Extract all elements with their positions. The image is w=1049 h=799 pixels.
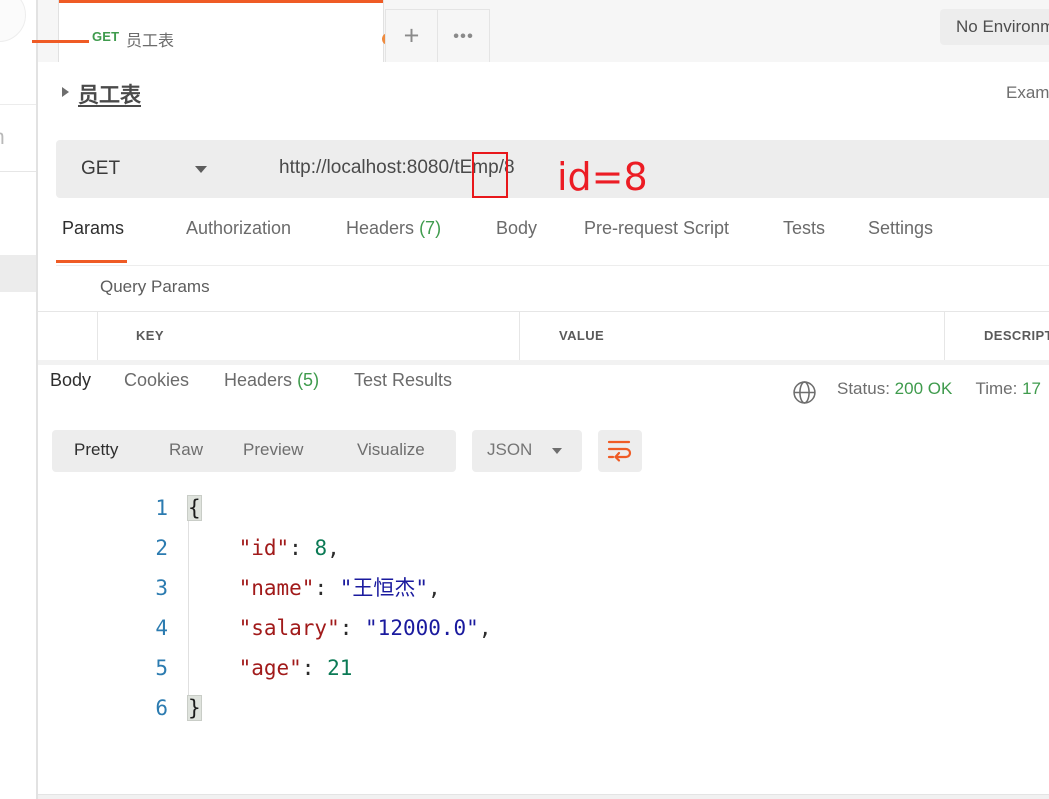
response-language-label: JSON bbox=[487, 440, 533, 459]
tab-params[interactable]: Params bbox=[62, 218, 124, 253]
method-selected-label: GET bbox=[81, 158, 121, 179]
status-value: 200 OK bbox=[894, 379, 953, 398]
tab-method-label: GET bbox=[92, 29, 120, 44]
tab-pre-request-script[interactable]: Pre-request Script bbox=[584, 218, 729, 253]
code-line: 6} bbox=[38, 688, 1049, 728]
rail-divider-top bbox=[0, 104, 36, 105]
ellipsis-icon: ••• bbox=[453, 26, 474, 46]
active-request-tab-underline bbox=[56, 260, 127, 263]
tab-title-label: 员工表 bbox=[126, 33, 175, 50]
code-text: } bbox=[187, 695, 202, 721]
column-header-value: VALUE bbox=[559, 328, 605, 343]
tab-tests[interactable]: Tests bbox=[783, 218, 825, 253]
line-number: 6 bbox=[155, 696, 168, 720]
code-line: 5 "age": 21 bbox=[38, 648, 1049, 688]
format-preview-button[interactable]: Preview bbox=[243, 440, 303, 460]
code-line: 2 "id": 8, bbox=[38, 528, 1049, 568]
query-params-heading: Query Params bbox=[100, 277, 210, 296]
annotation-highlight-box bbox=[472, 152, 508, 198]
column-header-key: KEY bbox=[136, 328, 164, 343]
active-response-tab-underline bbox=[32, 40, 89, 43]
code-text: "name": "王恒杰", bbox=[238, 576, 441, 600]
time-label: Time: bbox=[975, 379, 1018, 398]
breadcrumb-row: 员工表 Examples bbox=[38, 62, 1049, 124]
response-pane-separator bbox=[38, 360, 1049, 365]
response-body-json[interactable]: 1{2 "id": 8, 3 "name": "王恒杰", 4 "salary": … bbox=[38, 488, 1049, 758]
response-tab-headers[interactable]: Headers (5) bbox=[224, 370, 319, 391]
word-wrap-icon bbox=[607, 440, 632, 462]
method-dropdown[interactable]: GET bbox=[56, 140, 223, 198]
line-number: 1 bbox=[155, 496, 168, 520]
avatar-circle-fragment bbox=[0, 0, 26, 42]
headers-count: (7) bbox=[419, 218, 442, 238]
environment-label: No Environment bbox=[956, 17, 1049, 36]
chevron-right-icon[interactable] bbox=[62, 87, 69, 97]
rail-text-fragment: n bbox=[0, 126, 5, 150]
code-line: 4 "salary": "12000.0", bbox=[38, 608, 1049, 648]
code-text: "salary": "12000.0", bbox=[238, 616, 492, 640]
examples-link[interactable]: Examples bbox=[1006, 83, 1049, 103]
tab-options-button[interactable]: ••• bbox=[438, 9, 490, 62]
time-value: 17 bbox=[1022, 379, 1041, 398]
response-headers-count: (5) bbox=[297, 370, 320, 390]
plus-icon: + bbox=[403, 20, 420, 51]
tab-bar: GET 员工表 + ••• No Environment bbox=[38, 0, 1049, 63]
code-line: 3 "name": "王恒杰", bbox=[38, 568, 1049, 608]
tab-headers[interactable]: Headers (7) bbox=[346, 218, 441, 253]
query-params-table-header: KEY VALUE DESCRIPTION bbox=[38, 311, 1049, 361]
chevron-down-icon bbox=[195, 166, 207, 173]
status-label: Status: bbox=[837, 379, 890, 398]
response-tab-test-results[interactable]: Test Results bbox=[354, 370, 452, 391]
column-header-description: DESCRIPTION bbox=[984, 328, 1049, 343]
code-line: 1{ bbox=[38, 488, 1049, 528]
request-tabs-divider bbox=[56, 265, 1049, 266]
footer-bar bbox=[38, 794, 1049, 799]
tab-body[interactable]: Body bbox=[496, 218, 537, 253]
breadcrumb-request-name[interactable]: 员工表 bbox=[78, 79, 141, 109]
code-text: "age": 21 bbox=[238, 656, 353, 680]
line-number: 4 bbox=[155, 616, 168, 640]
format-pretty-button[interactable]: Pretty bbox=[74, 440, 118, 460]
response-tab-body[interactable]: Body bbox=[50, 370, 91, 391]
table-divider-2 bbox=[519, 312, 520, 361]
tab-settings[interactable]: Settings bbox=[868, 218, 933, 253]
response-format-group: Pretty Raw Preview Visualize bbox=[52, 430, 456, 472]
request-tab-active[interactable]: GET 员工表 bbox=[58, 0, 394, 62]
chevron-down-icon bbox=[552, 448, 562, 454]
environment-selector[interactable]: No Environment bbox=[940, 9, 1049, 45]
response-status-bar: Status: 200 OK Time: 17 bbox=[837, 379, 1041, 399]
url-bar: GET http://localhost:8080/tEmp/8 bbox=[56, 140, 1049, 198]
response-tab-cookies[interactable]: Cookies bbox=[124, 370, 189, 391]
tab-authorization[interactable]: Authorization bbox=[186, 218, 291, 253]
code-text: { bbox=[187, 495, 202, 521]
rail-selected-block[interactable] bbox=[0, 255, 36, 292]
globe-icon[interactable] bbox=[792, 380, 817, 405]
format-visualize-button[interactable]: Visualize bbox=[357, 440, 425, 460]
annotation-text: id=8 bbox=[557, 155, 648, 199]
table-divider-1 bbox=[97, 312, 98, 361]
line-number: 2 bbox=[155, 536, 168, 560]
table-divider-3 bbox=[944, 312, 945, 361]
code-text: "id": 8, bbox=[238, 536, 340, 560]
rail-divider-bottom bbox=[0, 171, 36, 172]
line-number: 5 bbox=[155, 656, 168, 680]
line-number: 3 bbox=[155, 576, 168, 600]
format-raw-button[interactable]: Raw bbox=[169, 440, 203, 460]
word-wrap-button[interactable] bbox=[598, 430, 642, 472]
new-tab-button[interactable]: + bbox=[385, 9, 438, 62]
response-language-dropdown[interactable]: JSON bbox=[472, 430, 582, 472]
active-tab-indicator bbox=[59, 0, 383, 3]
request-tab-strip: Params Authorization Headers (7) Body Pr… bbox=[56, 218, 1049, 266]
